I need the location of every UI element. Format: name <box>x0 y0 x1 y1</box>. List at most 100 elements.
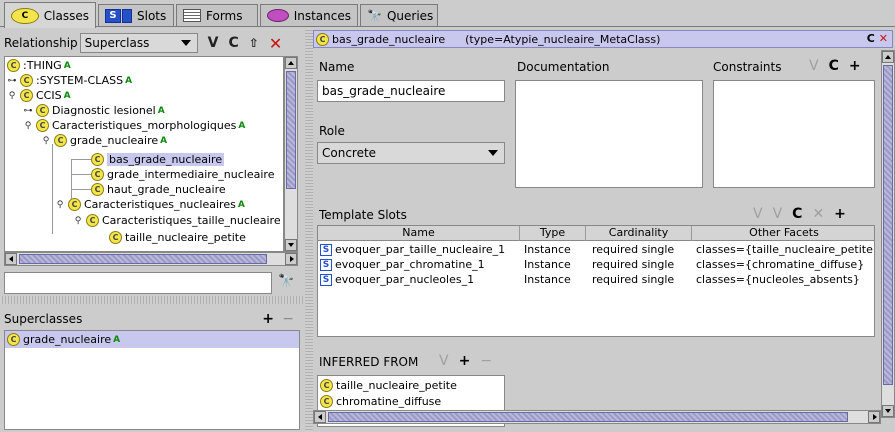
template-slots-table[interactable]: Name Type Cardinality Other Facets Sevoq… <box>317 225 875 337</box>
collapse-handle-icon[interactable]: ⚲ <box>55 200 65 210</box>
class-tree[interactable]: C :THING A ⊶ C :SYSTEM-CLASS A ⚲ C CCIS A ⊶… <box>4 56 284 252</box>
scroll-thumb[interactable] <box>286 71 296 189</box>
view-inferred-button[interactable]: V <box>439 353 449 369</box>
column-header-facets[interactable]: Other Facets <box>692 226 874 241</box>
scroll-up-icon[interactable] <box>285 57 297 69</box>
class-icon: C <box>20 74 33 87</box>
list-item[interactable]: Cchromatine_diffuse <box>320 393 441 409</box>
tree-horizontal-scrollbar[interactable] <box>4 252 298 266</box>
tree-vertical-scrollbar[interactable] <box>284 56 298 252</box>
tree-item[interactable]: C haut_grade_nucleaire <box>91 182 226 197</box>
expand-handle-icon[interactable]: ⊶ <box>7 76 17 86</box>
tab-instances[interactable]: Instances <box>260 4 358 26</box>
superclass-item[interactable]: C grade_nucleaire A <box>5 331 299 348</box>
view-slot-facets-button[interactable]: V <box>773 206 783 222</box>
tree-item[interactable]: ⚲ C Caracteristiques_taille_nucleaire <box>73 213 281 228</box>
scroll-up-icon[interactable] <box>882 51 894 63</box>
delete-class-button[interactable]: ✕ <box>269 34 282 53</box>
template-slots-label: Template Slots <box>319 208 407 222</box>
documentation-textarea[interactable] <box>515 80 703 188</box>
scroll-left-icon[interactable] <box>5 253 17 265</box>
scroll-down-icon[interactable] <box>882 405 894 417</box>
hierarchy-icon[interactable]: ⇧ <box>249 36 259 50</box>
name-label: Name <box>319 60 355 74</box>
scroll-thumb[interactable] <box>883 65 893 385</box>
tree-line <box>52 144 53 234</box>
tree-line <box>71 159 91 160</box>
view-class-button[interactable]: V <box>208 35 219 51</box>
remove-inferred-button[interactable]: − <box>480 353 492 369</box>
constraints-list[interactable] <box>713 80 875 188</box>
tree-item[interactable]: C :THING A <box>7 58 71 73</box>
tree-item[interactable]: ⊶ C Diagnostic lesionel A <box>23 103 165 118</box>
class-icon: C <box>320 378 333 392</box>
tree-item[interactable]: C grade_intermediaire_nucleaire <box>91 167 274 182</box>
title-c-button[interactable]: C <box>867 32 875 45</box>
table-row[interactable]: Sevoquer_par_chromatine_1 Instance requi… <box>318 258 874 272</box>
superclasses-header: Superclasses + − <box>4 311 300 327</box>
editor-horizontal-scrollbar[interactable] <box>313 410 881 424</box>
column-header-type[interactable]: Type <box>520 226 586 241</box>
view-constraint-button[interactable]: V <box>809 58 819 74</box>
add-slot-button[interactable]: + <box>834 206 846 222</box>
collapse-handle-icon[interactable]: ⚲ <box>23 121 33 131</box>
name-field[interactable]: bas_grade_nucleaire <box>317 80 505 102</box>
add-superclass-button[interactable]: + <box>262 311 274 327</box>
superclasses-list[interactable]: C grade_nucleaire A <box>4 330 300 430</box>
tab-classes[interactable]: C Classes <box>4 2 96 28</box>
tab-queries[interactable]: 🔭 Queries <box>360 4 438 26</box>
add-constraint-button[interactable]: + <box>849 58 861 74</box>
tab-divider <box>0 26 895 27</box>
collapse-handle-icon[interactable]: ⚲ <box>73 216 83 226</box>
table-row[interactable]: Sevoquer_par_taille_nucleaire_1 Instance… <box>318 243 874 257</box>
panel-splitter[interactable] <box>305 28 313 432</box>
add-inferred-button[interactable]: + <box>459 353 471 369</box>
remove-superclass-button[interactable]: − <box>282 311 294 327</box>
tree-item[interactable]: C taille_nucleaire_petite <box>109 230 246 245</box>
create-slot-button[interactable]: C <box>792 206 802 222</box>
collapse-handle-icon[interactable]: ⚲ <box>41 136 51 146</box>
class-form: Name bas_grade_nucleaire Documentation C… <box>313 50 881 427</box>
scroll-down-icon[interactable] <box>285 239 297 251</box>
close-icon[interactable]: ✕ <box>879 32 888 45</box>
column-header-cardinality[interactable]: Cardinality <box>586 226 692 241</box>
superclasses-label: Superclasses <box>4 312 83 326</box>
scroll-left-icon[interactable] <box>314 411 326 423</box>
tab-forms[interactable]: Forms <box>176 4 258 26</box>
scroll-right-icon[interactable] <box>868 411 880 423</box>
constraints-label: Constraints <box>713 60 782 74</box>
horizontal-splitter[interactable] <box>0 296 305 304</box>
tree-item[interactable]: ⚲ C CCIS A <box>7 88 71 103</box>
class-icon: C <box>36 119 49 132</box>
scroll-right-icon[interactable] <box>285 253 297 265</box>
documentation-label: Documentation <box>517 60 610 74</box>
role-select[interactable]: Concrete <box>317 142 505 164</box>
form-icon <box>183 9 201 22</box>
slot-icon: S <box>105 8 121 23</box>
class-icon: C <box>7 333 20 346</box>
tree-item[interactable]: ⚲ C Caracteristiques_nucleaires A <box>55 197 245 212</box>
tree-item[interactable]: ⚲ C Caracteristiques_morphologiques A <box>23 118 245 133</box>
template-slots-toolbar: V V C ✕ + <box>753 206 846 222</box>
relationship-select[interactable]: Superclass <box>79 33 198 53</box>
collapse-handle-icon[interactable]: ⚲ <box>7 91 17 101</box>
table-row[interactable]: Sevoquer_par_nucleoles_1 Instance requir… <box>318 273 874 287</box>
tree-item[interactable]: ⚲ C grade_nucleaire A <box>41 133 167 148</box>
class-search-input[interactable] <box>4 272 272 294</box>
tree-item[interactable]: ⊶ C :SYSTEM-CLASS A <box>7 73 132 88</box>
class-icon: C <box>91 168 104 181</box>
create-constraint-button[interactable]: C <box>829 58 839 74</box>
scroll-thumb[interactable] <box>19 254 267 264</box>
binoculars-icon[interactable]: 🔭 <box>278 274 294 289</box>
slot-icon-bar <box>122 8 132 23</box>
editor-vertical-scrollbar[interactable] <box>881 50 895 418</box>
list-item[interactable]: Ctaille_nucleaire_petite <box>320 377 457 393</box>
scroll-thumb[interactable] <box>328 412 848 422</box>
column-header-name[interactable]: Name <box>318 226 520 241</box>
create-class-button[interactable]: C <box>229 35 239 51</box>
tab-slots[interactable]: S Slots <box>98 4 174 26</box>
view-slot-button[interactable]: V <box>753 206 763 222</box>
expand-handle-icon[interactable]: ⊶ <box>23 106 33 116</box>
remove-slot-button[interactable]: ✕ <box>812 206 824 222</box>
tree-item-selected[interactable]: C bas_grade_nucleaire <box>91 152 225 167</box>
